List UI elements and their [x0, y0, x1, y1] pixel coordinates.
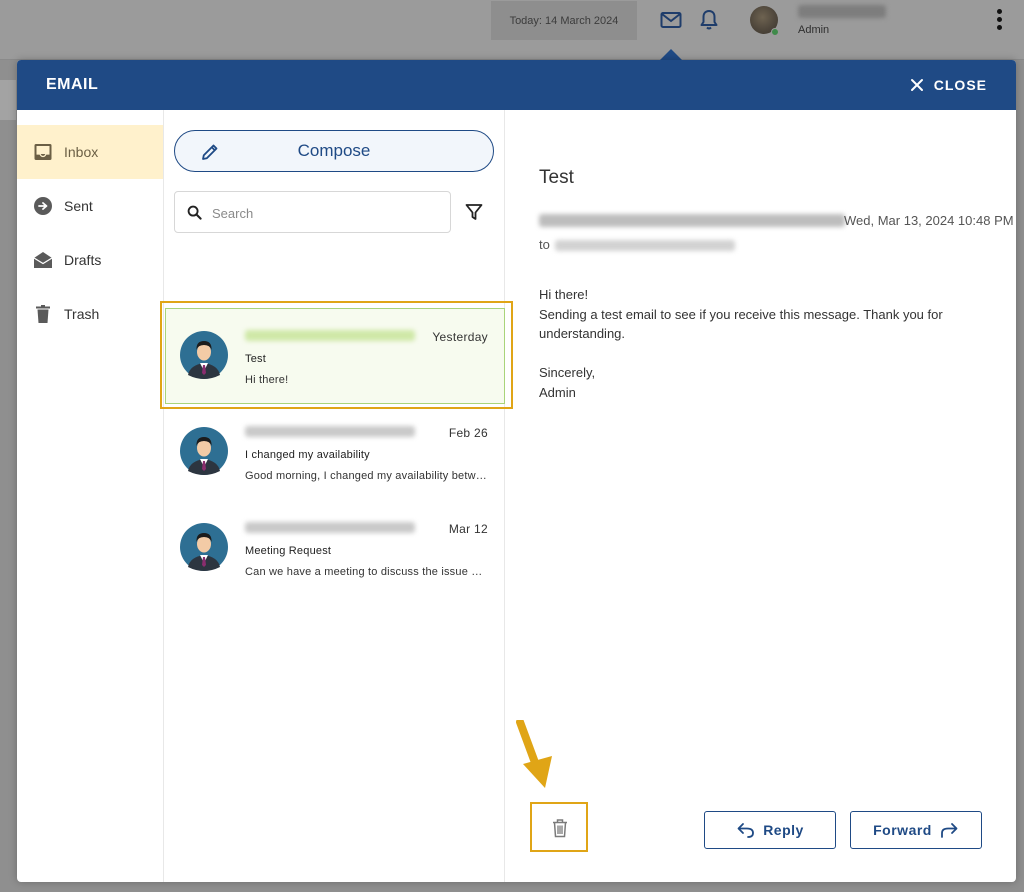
list-item[interactable]: Mar 12 Meeting Request Can we have a mee…: [164, 499, 504, 591]
sidebar-item-inbox[interactable]: Inbox: [17, 125, 163, 179]
online-status-dot: [771, 28, 779, 36]
bell-icon[interactable]: [699, 9, 719, 31]
message-preview: Can we have a meeting to discuss the iss…: [245, 566, 489, 578]
reply-button[interactable]: Reply: [704, 811, 836, 849]
body-line: Sincerely,: [539, 365, 596, 380]
message-date: Feb 26: [448, 426, 488, 440]
background-panel: [0, 80, 16, 120]
sidebar-item-label: Drafts: [64, 252, 102, 268]
email-date: Wed, Mar 13, 2024 10:48 PM: [844, 213, 1014, 228]
avatar: [180, 523, 228, 571]
message-preview: Good morning, I changed my availability …: [245, 470, 489, 482]
modal-title: EMAIL: [46, 76, 99, 93]
to-label: to: [539, 237, 550, 252]
message-date: Mar 12: [448, 522, 488, 536]
app-top-bar: Today: 14 March 2024 Admin: [0, 0, 1024, 60]
email-modal: EMAIL CLOSE Inbox Sent Drafts Trash Comp…: [17, 60, 1016, 882]
reply-label: Reply: [763, 822, 804, 838]
sidebar-item-label: Inbox: [64, 144, 99, 160]
compose-label: Compose: [297, 141, 371, 160]
close-label: CLOSE: [933, 77, 987, 93]
avatar: [180, 427, 228, 475]
more-vertical-icon[interactable]: [993, 9, 1005, 35]
sidebar-item-drafts[interactable]: Drafts: [17, 233, 163, 287]
sender-redacted: [245, 426, 415, 437]
folder-sidebar: Inbox Sent Drafts Trash: [17, 110, 164, 882]
from-redacted: [539, 214, 845, 227]
reading-pane: Test Wed, Mar 13, 2024 10:48 PM to Hi th…: [505, 110, 1016, 882]
filter-icon[interactable]: [465, 203, 483, 221]
body-line: Hi there!: [539, 287, 589, 302]
annotation-arrow-icon: [516, 720, 552, 788]
reply-icon: [737, 823, 755, 838]
user-name-redacted: [798, 5, 886, 18]
user-role: Admin: [798, 24, 830, 36]
message-subject: Meeting Request: [245, 545, 332, 557]
recipient-redacted: [555, 240, 735, 251]
drafts-icon: [33, 250, 53, 270]
forward-button[interactable]: Forward: [850, 811, 982, 849]
body-line: Admin: [539, 384, 576, 400]
list-item[interactable]: Yesterday Test Hi there!: [160, 301, 513, 409]
message-subject: Test: [245, 353, 266, 365]
sidebar-item-sent[interactable]: Sent: [17, 179, 163, 233]
sender-redacted: [245, 522, 415, 533]
message-subject: I changed my availability: [245, 449, 370, 461]
sidebar-item-label: Trash: [64, 306, 100, 322]
forward-icon: [940, 823, 958, 838]
compose-button[interactable]: Compose: [174, 130, 494, 172]
trash-icon: [33, 304, 53, 324]
mail-icon[interactable]: [660, 10, 682, 30]
search-box[interactable]: [174, 191, 451, 233]
message-preview: Hi there!: [245, 374, 289, 386]
email-body: Hi there! Sending a test email to see if…: [539, 285, 999, 402]
trash-icon: [553, 819, 567, 838]
close-button[interactable]: CLOSE: [909, 74, 987, 96]
forward-label: Forward: [873, 822, 932, 838]
search-icon: [187, 205, 202, 220]
body-line: Sending a test email to see if you recei…: [539, 306, 943, 342]
sidebar-item-trash[interactable]: Trash: [17, 287, 163, 341]
email-subject: Test: [539, 167, 574, 188]
avatar: [180, 331, 228, 379]
pencil-icon: [202, 144, 218, 160]
inbox-icon: [33, 142, 53, 162]
list-item[interactable]: Feb 26 I changed my availability Good mo…: [164, 403, 504, 495]
sender-redacted: [245, 330, 415, 341]
message-date: Yesterday: [432, 330, 488, 344]
modal-header: EMAIL CLOSE: [17, 60, 1016, 110]
today-date: Today: 14 March 2024: [491, 1, 637, 40]
sidebar-item-label: Sent: [64, 198, 93, 214]
delete-button[interactable]: [530, 802, 588, 852]
close-icon: [910, 79, 923, 91]
sent-icon: [33, 196, 53, 216]
search-input[interactable]: [212, 202, 442, 224]
message-list-column: Compose Yesterday: [160, 110, 513, 882]
